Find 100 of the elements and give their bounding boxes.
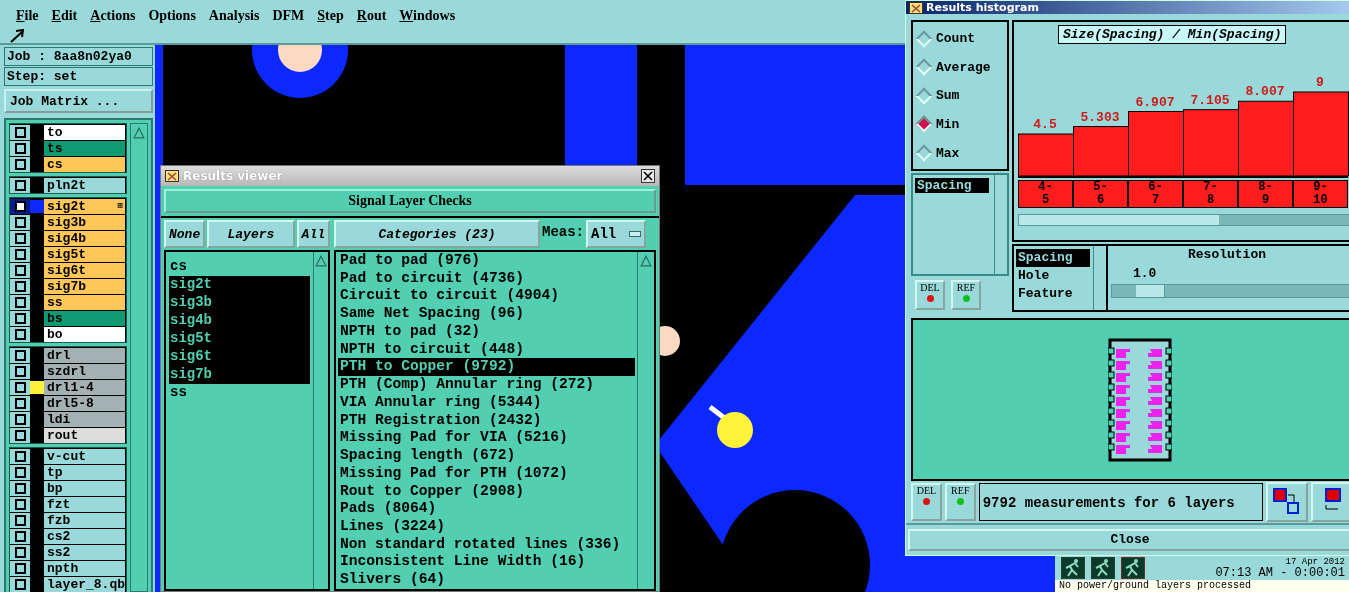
layer-checkbox[interactable] [10, 327, 30, 342]
layer-checkbox[interactable] [10, 481, 30, 496]
refresh-button[interactable]: REF [944, 482, 976, 521]
layer-item[interactable]: cs [44, 157, 125, 172]
close-icon[interactable] [641, 169, 655, 183]
radio-option[interactable]: Count [913, 31, 1007, 47]
resolution-slider[interactable] [1111, 284, 1349, 299]
layer-checkbox[interactable] [10, 311, 30, 326]
scrollbar[interactable] [637, 252, 654, 589]
layer-list-item[interactable]: cs [169, 258, 310, 276]
layer-checkbox[interactable] [10, 215, 30, 230]
category-item[interactable]: Circuit to circuit (4904) [338, 287, 635, 306]
menu-item[interactable]: Edit [49, 0, 89, 24]
scrollbar[interactable] [130, 123, 148, 592]
none-button[interactable]: None [164, 220, 206, 248]
category-item[interactable]: Inconsistent Line Width (16) [338, 553, 635, 572]
layer-item[interactable]: drl1-4 [44, 380, 125, 395]
layer-item[interactable]: bp [44, 481, 125, 496]
menu-item[interactable]: DFM [270, 0, 316, 24]
layer-list-item[interactable]: sig2t [169, 276, 310, 294]
layer-list-item[interactable]: sig5t [169, 330, 310, 348]
category-item[interactable]: Non standard rotated lines (336) [338, 535, 635, 554]
category-item[interactable]: NPTH to pad (32) [338, 322, 635, 341]
menu-item[interactable]: Analysis [206, 0, 271, 24]
radio-option[interactable]: Average [913, 59, 1007, 75]
scroll-up-icon[interactable] [640, 254, 652, 268]
size-item[interactable]: Feature [1016, 285, 1090, 304]
radio-option[interactable]: Min [913, 116, 1007, 132]
layer-list-item[interactable]: sig3b [169, 294, 310, 312]
layer-checkbox[interactable] [10, 513, 30, 528]
layer-checkbox[interactable] [10, 497, 30, 512]
menu-item[interactable]: File [14, 0, 50, 24]
layer-item[interactable]: v-cut [44, 449, 125, 464]
layer-item[interactable]: drl5-8 [44, 396, 125, 411]
layer-checkbox[interactable] [10, 428, 30, 443]
layer-checkbox[interactable] [10, 577, 30, 592]
layer-checkbox[interactable] [10, 263, 30, 278]
delete-button[interactable]: DEL [911, 482, 942, 521]
category-item[interactable]: Rout to Copper (2908) [338, 482, 635, 501]
layer-item[interactable]: cs2 [44, 529, 125, 544]
category-item[interactable]: VIA Annular ring (5344) [338, 393, 635, 412]
runner-icon[interactable] [1121, 557, 1145, 579]
layer-checkbox[interactable] [10, 157, 30, 172]
layers-button[interactable]: Layers [207, 220, 295, 248]
layer-checkbox[interactable] [10, 380, 30, 395]
category-item[interactable]: Missing Pad for VIA (5216) [338, 429, 635, 448]
close-button[interactable]: Close [908, 528, 1349, 551]
layer-item[interactable]: drl [44, 348, 125, 363]
categories-button[interactable]: Categories (23) [334, 220, 540, 248]
layer-item[interactable]: bo [44, 327, 125, 342]
category-item[interactable]: Pads (8064) [338, 500, 635, 518]
menu-item[interactable]: Step [315, 0, 355, 24]
layer-item[interactable]: szdrl [44, 364, 125, 379]
layer-list-item[interactable]: sig4b [169, 312, 310, 330]
slider-thumb[interactable] [1135, 285, 1165, 298]
menu-item[interactable]: Rout [354, 0, 398, 24]
layer-checkbox[interactable] [10, 529, 30, 544]
layer-checkbox[interactable] [10, 231, 30, 246]
layer-checkbox[interactable] [10, 545, 30, 560]
menu-item[interactable]: Actions [88, 0, 147, 24]
layer-item[interactable]: npth [44, 561, 125, 576]
layer-checkbox[interactable] [10, 412, 30, 427]
layer-checkbox[interactable] [10, 141, 30, 156]
layer-checkbox[interactable] [10, 178, 30, 193]
menu-item[interactable]: Options [146, 0, 207, 24]
all-button[interactable]: All [296, 220, 330, 248]
delete-button[interactable]: DEL [915, 280, 945, 311]
category-item[interactable]: PTH Registration (2432) [338, 411, 635, 430]
category-item[interactable]: Slivers (64) [338, 571, 635, 589]
category-item[interactable]: NPTH to circuit (448) [338, 340, 635, 359]
runner-icon[interactable] [1061, 557, 1085, 579]
category-item[interactable]: PTH (Comp) Annular ring (272) [338, 376, 635, 394]
scrollbar[interactable] [313, 252, 328, 589]
category-item[interactable]: Same Net Spacing (96) [338, 305, 635, 323]
category-item[interactable]: Lines (3224) [338, 518, 635, 536]
scrollbar[interactable] [1018, 214, 1349, 227]
layer-checkbox[interactable] [10, 449, 30, 464]
layer-checkbox[interactable] [10, 561, 30, 576]
size-item[interactable]: Hole [1016, 267, 1090, 286]
category-item[interactable]: Pad to pad (976) [338, 252, 635, 270]
layer-item[interactable]: to [44, 125, 125, 140]
layer-item[interactable]: ss2 [44, 545, 125, 560]
scroll-up-icon[interactable] [315, 254, 327, 268]
refresh-button[interactable]: REF [951, 280, 981, 311]
layer-item[interactable]: ldi [44, 412, 125, 427]
size-item[interactable]: Spacing [1016, 249, 1090, 268]
layer-checkbox[interactable] [10, 364, 30, 379]
runner-icon[interactable] [1091, 557, 1115, 579]
layer-item[interactable]: bs [44, 311, 125, 326]
category-item[interactable]: Pad to circuit (4736) [338, 269, 635, 288]
layer-checkbox[interactable] [10, 199, 30, 214]
layer-list-item[interactable]: ss [169, 384, 310, 402]
layer-item[interactable]: sig6t [44, 263, 125, 278]
layer-item[interactable]: fzb [44, 513, 125, 528]
layer-checkbox[interactable] [10, 348, 30, 363]
layer-item[interactable]: rout [44, 428, 125, 443]
layer-item[interactable]: ts [44, 141, 125, 156]
layer-item[interactable]: tp [44, 465, 125, 480]
layer-item[interactable]: pln2t [44, 178, 125, 193]
layer-item[interactable]: layer_8.qb [44, 577, 125, 592]
